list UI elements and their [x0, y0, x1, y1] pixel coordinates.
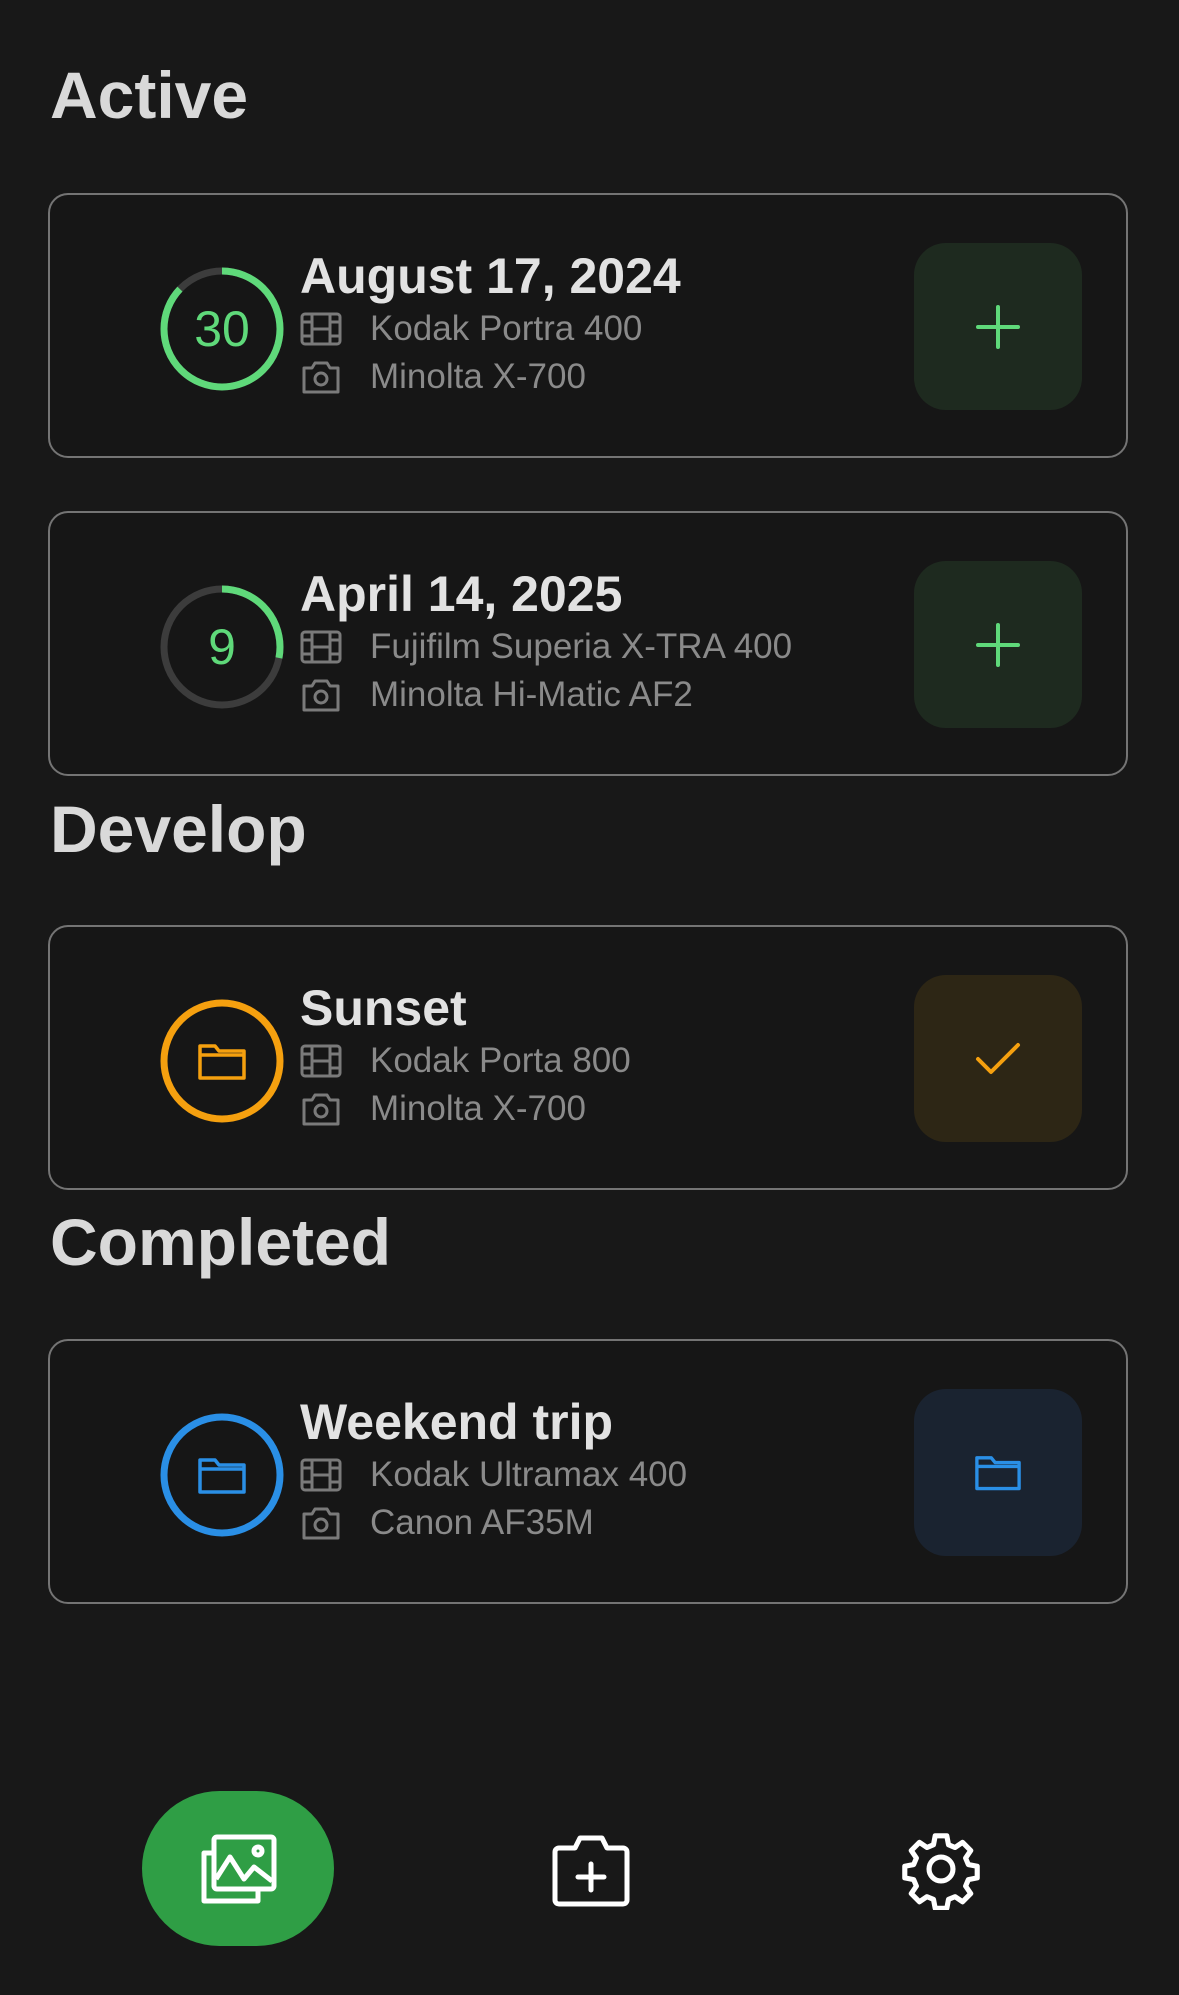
camera-icon — [302, 679, 340, 712]
folder-icon — [198, 1044, 246, 1080]
section-heading-completed: Completed — [50, 1205, 392, 1279]
camera-label: Canon AF35M — [370, 1503, 594, 1542]
film-stock: Fujifilm Superia X-TRA 400 — [300, 627, 792, 667]
camera: Minolta X-700 — [300, 1089, 586, 1129]
roll-title: August 17, 2024 — [300, 248, 681, 304]
roll-card[interactable]: 30 August 17, 2024 Kodak Portra 400 Minolta… — [48, 193, 1128, 458]
card-action-button[interactable] — [914, 1389, 1082, 1556]
card-action-button[interactable] — [914, 243, 1082, 410]
film-icon — [300, 312, 342, 346]
film-stock-label: Kodak Portra 400 — [370, 309, 643, 348]
nav-gallery-button[interactable] — [142, 1791, 334, 1946]
camera: Canon AF35M — [300, 1503, 594, 1543]
camera: Minolta Hi-Matic AF2 — [300, 675, 693, 715]
film-stock-label: Fujifilm Superia X-TRA 400 — [370, 627, 793, 666]
folder-icon — [975, 1456, 1021, 1491]
film-stock: Kodak Porta 800 — [300, 1041, 631, 1081]
card-action-button[interactable] — [914, 975, 1082, 1142]
check-icon — [976, 1042, 1020, 1074]
nav-settings-button[interactable] — [881, 1791, 1001, 1946]
film-icon — [300, 1044, 342, 1078]
plus-icon — [976, 622, 1020, 667]
folder-icon — [198, 1458, 246, 1494]
film-icon — [300, 1458, 342, 1492]
roll-title: Weekend trip — [300, 1394, 614, 1450]
camera-icon — [302, 1093, 340, 1126]
card-action-button[interactable] — [914, 561, 1082, 728]
film-stock: Kodak Ultramax 400 — [300, 1455, 687, 1495]
section-heading-develop: Develop — [50, 792, 307, 866]
camera-icon — [302, 361, 340, 394]
shots-count: 30 — [194, 301, 250, 357]
gear-icon — [902, 1832, 980, 1910]
roll-title: Sunset — [300, 980, 467, 1036]
camera: Minolta X-700 — [300, 357, 586, 397]
film-icon — [300, 630, 342, 664]
section-heading-active: Active — [50, 58, 249, 132]
camera-label: Minolta X-700 — [370, 357, 586, 396]
film-stock-label: Kodak Ultramax 400 — [370, 1455, 688, 1494]
roll-title: April 14, 2025 — [300, 566, 623, 622]
film-stock: Kodak Portra 400 — [300, 309, 642, 349]
shots-count: 9 — [208, 619, 236, 675]
roll-card[interactable]: Weekend trip Kodak Ultramax 400 Canon AF35… — [48, 1339, 1128, 1604]
gallery-icon — [201, 1834, 277, 1903]
camera-icon — [302, 1507, 340, 1540]
nav-new-roll-button[interactable] — [531, 1791, 651, 1946]
plus-icon — [976, 304, 1020, 349]
film-stock-label: Kodak Porta 800 — [370, 1041, 631, 1080]
camera-label: Minolta Hi-Matic AF2 — [370, 675, 693, 714]
roll-card[interactable]: Sunset Kodak Porta 800 Minolta X-700 — [48, 925, 1128, 1190]
roll-card[interactable]: 9 April 14, 2025 Fujifilm Superia X-TRA 40… — [48, 511, 1128, 776]
camera-add-icon — [552, 1835, 630, 1906]
camera-label: Minolta X-700 — [370, 1089, 586, 1128]
